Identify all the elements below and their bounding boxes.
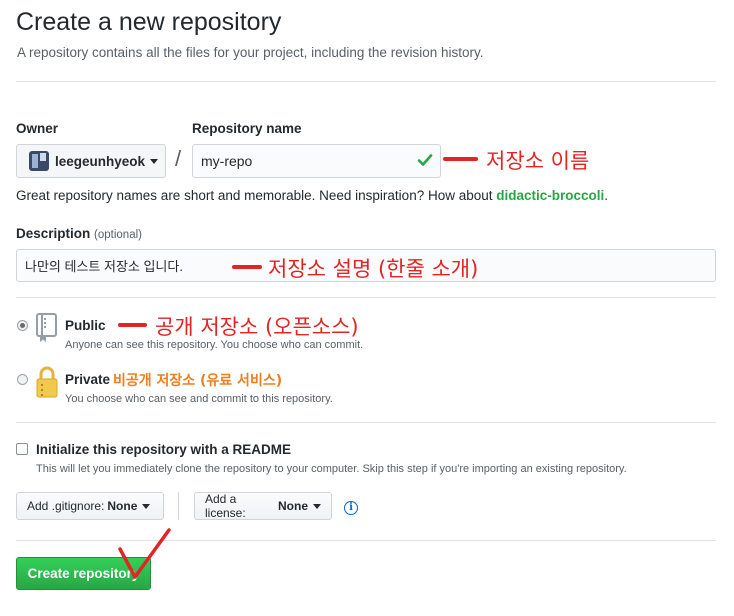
divider [16, 81, 716, 82]
readme-title: Initialize this repository with a README [36, 442, 292, 457]
caret-down-icon [313, 503, 321, 509]
checkmark-annotation-icon [118, 528, 171, 579]
owner-repo-separator: / [175, 146, 182, 171]
public-title: Public [65, 318, 106, 333]
repo-name-hint: Great repository names are short and mem… [16, 188, 608, 203]
page-title: Create a new repository [16, 8, 282, 36]
hint-end: . [604, 188, 609, 203]
vertical-divider [178, 492, 179, 520]
annotation-line [232, 265, 262, 269]
owner-name: leegeunhyeok [55, 153, 146, 169]
annotation-line [118, 323, 147, 327]
page-subtitle: A repository contains all the files for … [17, 45, 484, 60]
private-note: You choose who can see and commit to thi… [65, 393, 333, 405]
license-value: None [278, 499, 308, 513]
optional-text: (optional) [94, 229, 142, 241]
repo-name-label: Repository name [192, 121, 302, 136]
gitignore-value: None [107, 499, 138, 513]
caret-down-icon [142, 503, 151, 509]
annotation-repo-name: 저장소 이름 [486, 149, 590, 173]
divider [16, 422, 716, 423]
license-prefix: Add a license: [205, 492, 246, 520]
name-suggestion-link[interactable]: didactic-broccoli [496, 188, 604, 203]
check-icon [417, 154, 433, 166]
repo-book-icon [36, 313, 57, 342]
description-label: Description (optional) [16, 226, 142, 241]
annotation-line [443, 157, 478, 161]
divider [16, 297, 716, 298]
gitignore-select-button[interactable]: Add .gitignore: None [16, 492, 164, 520]
owner-select-button[interactable]: leegeunhyeok [16, 144, 166, 178]
annotation-public: 공개 저장소 (오픈소스) [155, 315, 359, 339]
readme-note: This will let you immediately clone the … [36, 463, 627, 475]
avatar [29, 151, 49, 171]
private-radio[interactable] [17, 374, 28, 385]
hint-text: Great repository names are short and mem… [16, 188, 497, 203]
caret-down-icon [150, 158, 159, 164]
info-icon[interactable]: i [344, 501, 358, 515]
annotation-private: 비공개 저장소 (유료 서비스) [113, 373, 283, 389]
lock-icon [36, 366, 58, 398]
annotation-description: 저장소 설명 (한줄 소개) [268, 257, 479, 281]
private-title: Private [65, 372, 111, 387]
repo-name-input[interactable] [192, 144, 441, 178]
gitignore-prefix: Add .gitignore: [27, 499, 105, 513]
license-select-button[interactable]: Add a license: None [194, 492, 332, 520]
public-radio[interactable] [17, 320, 28, 331]
readme-checkbox[interactable] [16, 443, 28, 455]
description-label-text: Description [16, 226, 91, 241]
owner-label: Owner [16, 121, 59, 136]
